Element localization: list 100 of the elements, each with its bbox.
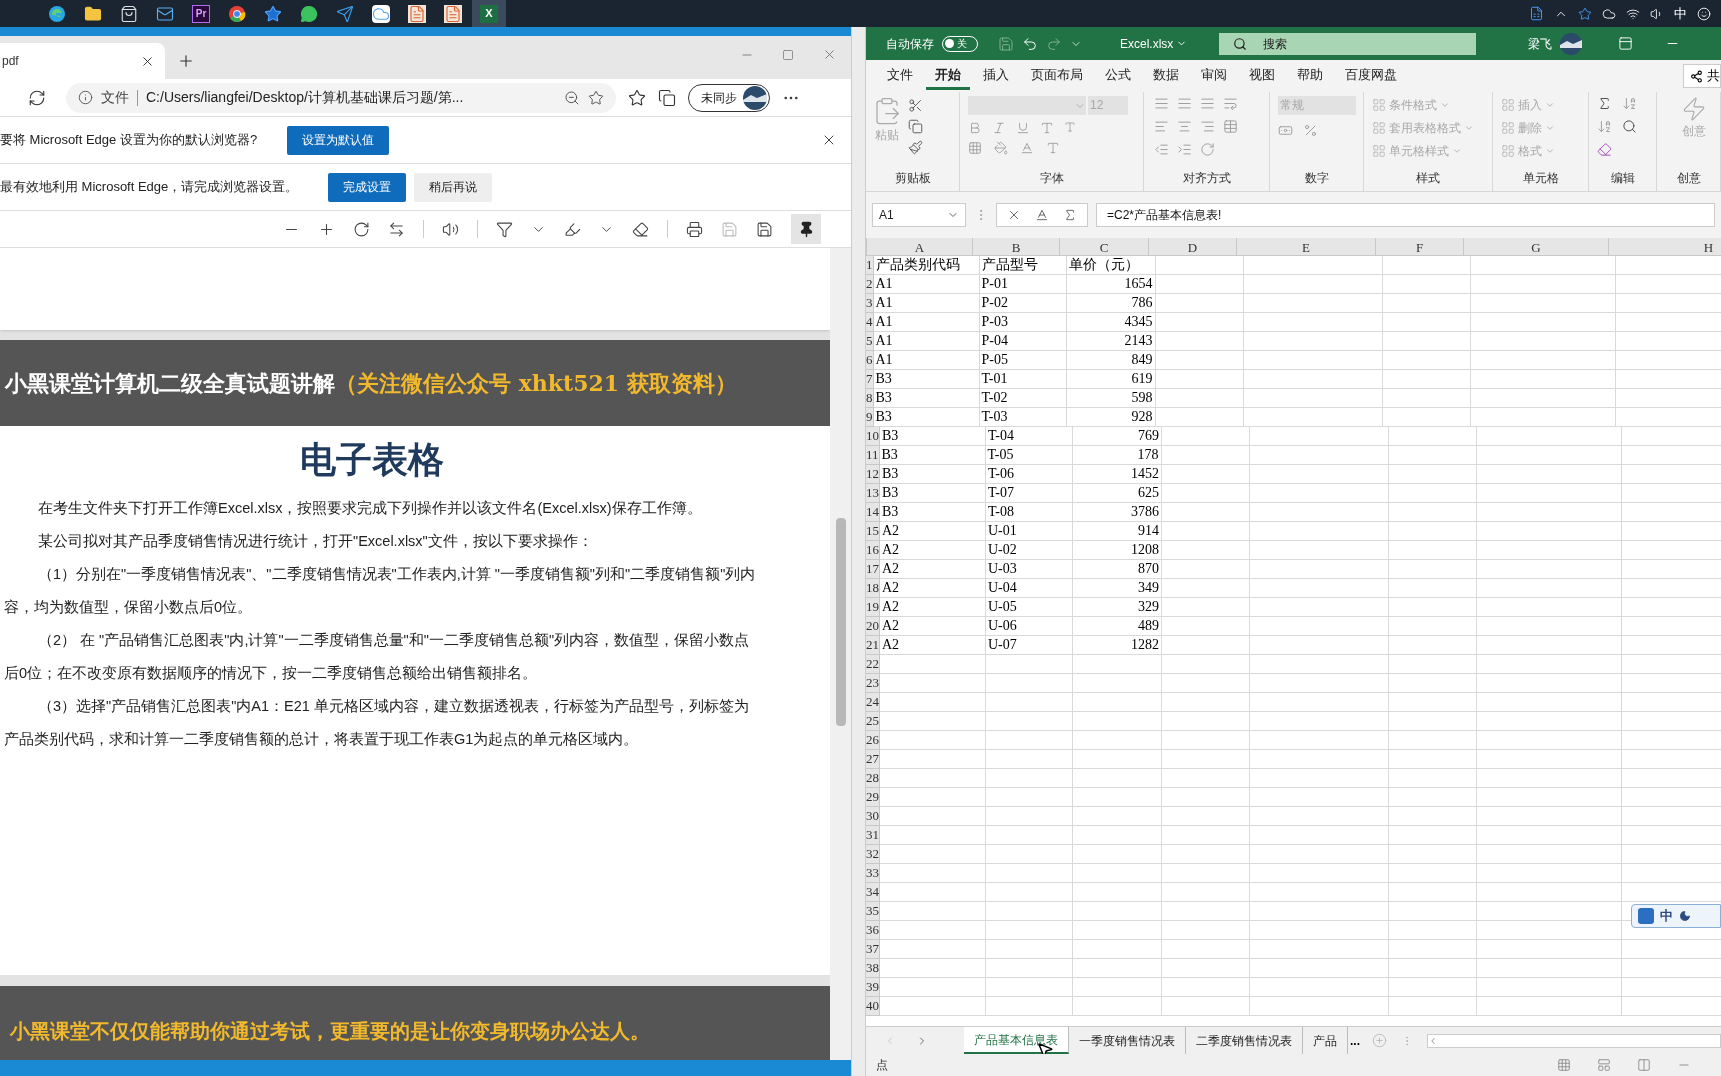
app-tray-icon[interactable]: [1529, 6, 1544, 21]
row-header[interactable]: 23: [866, 674, 880, 693]
file-name[interactable]: Excel.xlsx: [1120, 34, 1188, 53]
tray-icon[interactable]: [1697, 6, 1711, 21]
row-header[interactable]: 5: [866, 332, 874, 351]
row-header[interactable]: 22: [866, 655, 880, 674]
row-header[interactable]: 8: [866, 389, 874, 408]
browser-tab[interactable]: pdf: [0, 43, 165, 79]
star-icon[interactable]: [1578, 6, 1592, 21]
fit-width-icon[interactable]: [388, 220, 405, 238]
row-header[interactable]: 26: [866, 731, 880, 750]
chat-icon[interactable]: [300, 4, 318, 23]
ribbon-tab[interactable]: 公式: [1096, 62, 1140, 90]
more-sheets-button[interactable]: ...: [1350, 1031, 1360, 1050]
row-header[interactable]: 29: [866, 788, 880, 807]
scrollbar-thumb[interactable]: [835, 518, 846, 726]
column-header[interactable]: D: [1149, 238, 1237, 255]
fill-color-icon[interactable]: [994, 141, 1008, 155]
ribbon-tab[interactable]: 文件: [878, 62, 922, 90]
funnel-icon[interactable]: [496, 220, 513, 238]
new-tab-icon[interactable]: [177, 52, 195, 70]
row-header[interactable]: 10: [866, 427, 880, 446]
send-icon[interactable]: [336, 4, 354, 23]
row-header[interactable]: 27: [866, 750, 880, 769]
zoom-out-icon[interactable]: [564, 89, 580, 106]
function-icon[interactable]: [1063, 208, 1077, 222]
info-bar-button[interactable]: 设置为默认值: [287, 125, 390, 155]
ribbon-tab[interactable]: 百度网盘: [1336, 62, 1406, 90]
ribbon-tab[interactable]: 插入: [974, 62, 1018, 90]
cancel-icon[interactable]: [1007, 208, 1021, 222]
refresh-icon[interactable]: [28, 88, 46, 107]
column-header[interactable]: G: [1464, 238, 1609, 255]
cloud-icon[interactable]: [1602, 6, 1616, 21]
column-header[interactable]: H: [1609, 238, 1721, 255]
avatar-icon[interactable]: [1560, 32, 1583, 55]
format-painter-icon[interactable]: [908, 140, 923, 155]
row-header[interactable]: 11: [866, 446, 880, 465]
info-icon[interactable]: [78, 90, 93, 105]
moon-icon[interactable]: [1679, 910, 1691, 922]
scrollbar[interactable]: [830, 248, 851, 1060]
ribbon-tab[interactable]: 页面布局: [1022, 62, 1092, 90]
share-button[interactable]: 共: [1683, 64, 1721, 88]
pin-button[interactable]: [791, 214, 821, 244]
column-header[interactable]: E: [1237, 238, 1376, 255]
ribbon-tab[interactable]: 视图: [1240, 62, 1284, 90]
row-header[interactable]: 32: [866, 845, 880, 864]
row-header[interactable]: 24: [866, 693, 880, 712]
address-bar[interactable]: 文件 C:/Users/liangfei/Desktop/计算机基础课后习题/第...: [66, 82, 616, 113]
row-header[interactable]: 25: [866, 712, 880, 731]
input-method[interactable]: 中: [1674, 3, 1687, 24]
row-header[interactable]: 4: [866, 313, 874, 332]
scissors-icon[interactable]: [908, 98, 923, 113]
horizontal-scrollbar[interactable]: [1427, 1033, 1721, 1048]
search-field[interactable]: 搜索: [1219, 32, 1477, 55]
folder-icon[interactable]: [84, 4, 102, 23]
row-header[interactable]: 28: [866, 769, 880, 788]
row-header[interactable]: 20: [866, 617, 880, 636]
row-header[interactable]: 36: [866, 921, 880, 940]
favorite-star-icon[interactable]: [588, 89, 604, 106]
sheet-tab[interactable]: 产品基本信息表: [964, 1027, 1069, 1054]
sum-icon[interactable]: [1597, 96, 1612, 111]
row-header[interactable]: 21: [866, 636, 880, 655]
row-header[interactable]: 38: [866, 959, 880, 978]
ime-toolbar[interactable]: 中: [1631, 904, 1721, 928]
row-header[interactable]: 33: [866, 864, 880, 883]
row-header[interactable]: 34: [866, 883, 880, 902]
row-header[interactable]: 12: [866, 465, 880, 484]
formula-bar[interactable]: =C2*产品基本信息表!: [1096, 203, 1715, 227]
font-color-icon[interactable]: [1020, 141, 1034, 155]
eraser-icon[interactable]: [632, 220, 649, 238]
undo-icon[interactable]: [1022, 35, 1038, 52]
row-header[interactable]: 17: [866, 560, 880, 579]
font-name-field[interactable]: [968, 96, 1086, 115]
row-header[interactable]: 3: [866, 294, 874, 313]
excel-icon[interactable]: X: [480, 4, 498, 23]
row-header[interactable]: 13: [866, 484, 880, 503]
highlighter-icon[interactable]: [564, 220, 581, 238]
row-header[interactable]: 2: [866, 275, 874, 294]
taskbar-item[interactable]: X: [472, 0, 506, 27]
cloud-icon[interactable]: [372, 4, 390, 23]
collections-icon[interactable]: [658, 88, 676, 107]
row-header[interactable]: 18: [866, 579, 880, 598]
document-icon[interactable]: [444, 4, 462, 23]
ribbon-tab[interactable]: 帮助: [1288, 62, 1332, 90]
document-icon[interactable]: [408, 4, 426, 23]
column-header[interactable]: B: [973, 238, 1060, 255]
browser-icon[interactable]: [48, 4, 66, 23]
row-header[interactable]: 6: [866, 351, 874, 370]
column-header[interactable]: A: [867, 238, 973, 255]
ribbon-tab[interactable]: 审阅: [1192, 62, 1236, 90]
row-header[interactable]: 35: [866, 902, 880, 921]
rotate-icon[interactable]: [353, 220, 370, 238]
row-header[interactable]: 39: [866, 978, 880, 997]
taskbar-item[interactable]: Pr: [184, 0, 218, 27]
row-header[interactable]: 19: [866, 598, 880, 617]
column-header[interactable]: F: [1376, 238, 1464, 255]
star-icon[interactable]: [264, 4, 282, 23]
row-header[interactable]: 14: [866, 503, 880, 522]
save-as-icon[interactable]: [756, 220, 773, 238]
row-header[interactable]: 30: [866, 807, 880, 826]
